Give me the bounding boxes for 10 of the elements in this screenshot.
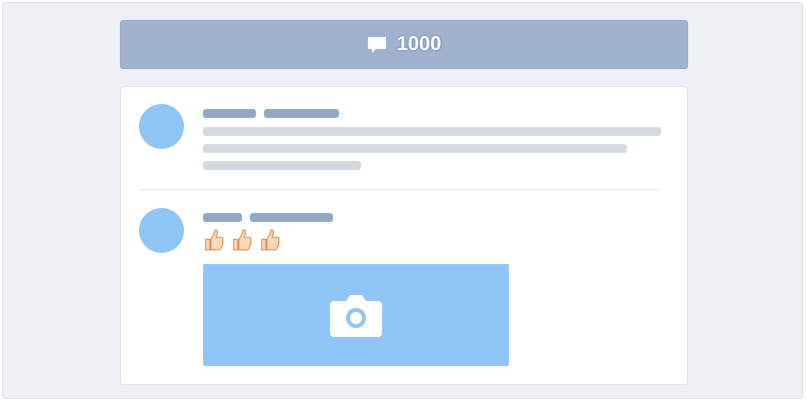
camera-icon	[328, 293, 384, 337]
thumbs-up-icon	[203, 229, 225, 252]
thumbs-up-icon	[259, 229, 281, 252]
avatar	[139, 104, 184, 149]
comment-count: 1000	[396, 33, 442, 56]
comment-icon	[366, 36, 387, 54]
name-placeholder	[203, 109, 256, 118]
avatar	[139, 208, 184, 253]
name-placeholder	[203, 213, 242, 222]
thumbs-up-icon	[231, 229, 253, 252]
